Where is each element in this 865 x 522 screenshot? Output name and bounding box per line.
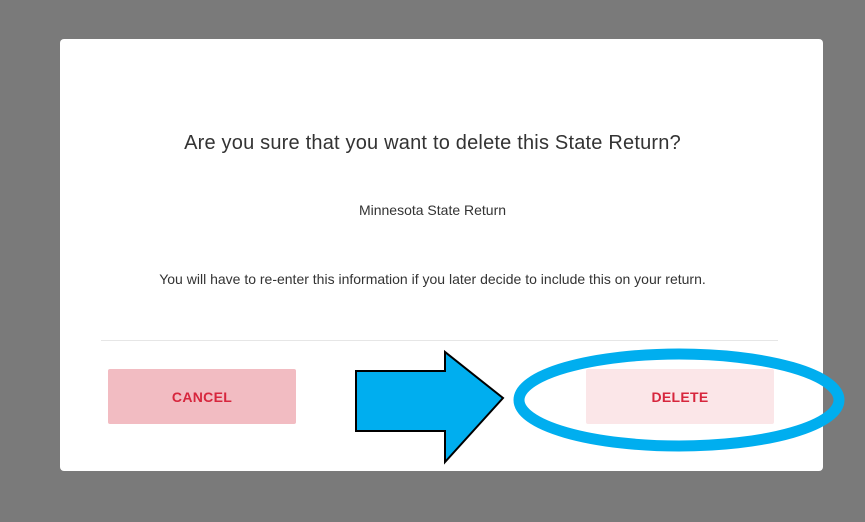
- dialog-message: You will have to re-enter this informati…: [159, 271, 706, 287]
- dialog-title: Are you sure that you want to delete thi…: [184, 132, 681, 154]
- state-return-name: Minnesota State Return: [358, 202, 507, 218]
- cancel-button[interactable]: CANCEL: [108, 369, 296, 424]
- delete-button[interactable]: DELETE: [586, 369, 774, 424]
- dialog-divider: [101, 340, 778, 341]
